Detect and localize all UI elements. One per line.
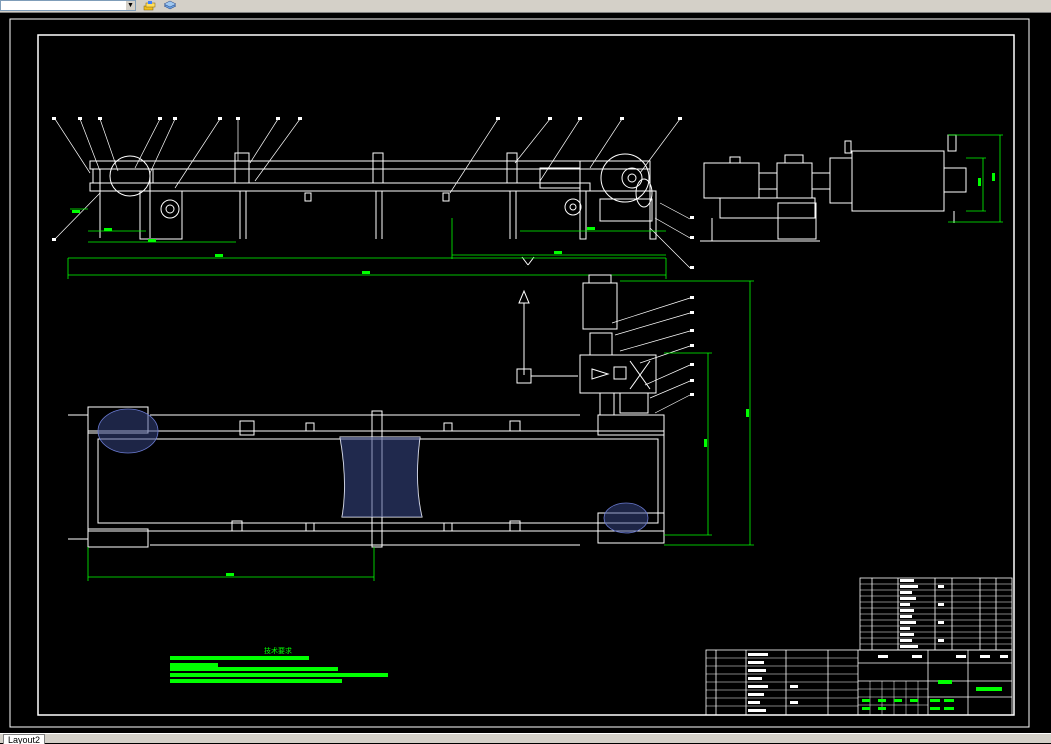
drawing-canvas[interactable]: Y 技术要求 bbox=[0, 13, 1051, 733]
layout-tab-bar: Layout2 bbox=[0, 733, 1051, 744]
layer-combo[interactable]: ▼ bbox=[0, 0, 136, 11]
cad-toolbar: ▼ bbox=[0, 0, 1051, 13]
layer-states-icon[interactable] bbox=[163, 0, 177, 11]
layer-manager-icon[interactable] bbox=[143, 0, 157, 11]
chevron-down-icon[interactable]: ▼ bbox=[126, 1, 135, 10]
tech-requirements-title: 技术要求 bbox=[264, 646, 292, 655]
